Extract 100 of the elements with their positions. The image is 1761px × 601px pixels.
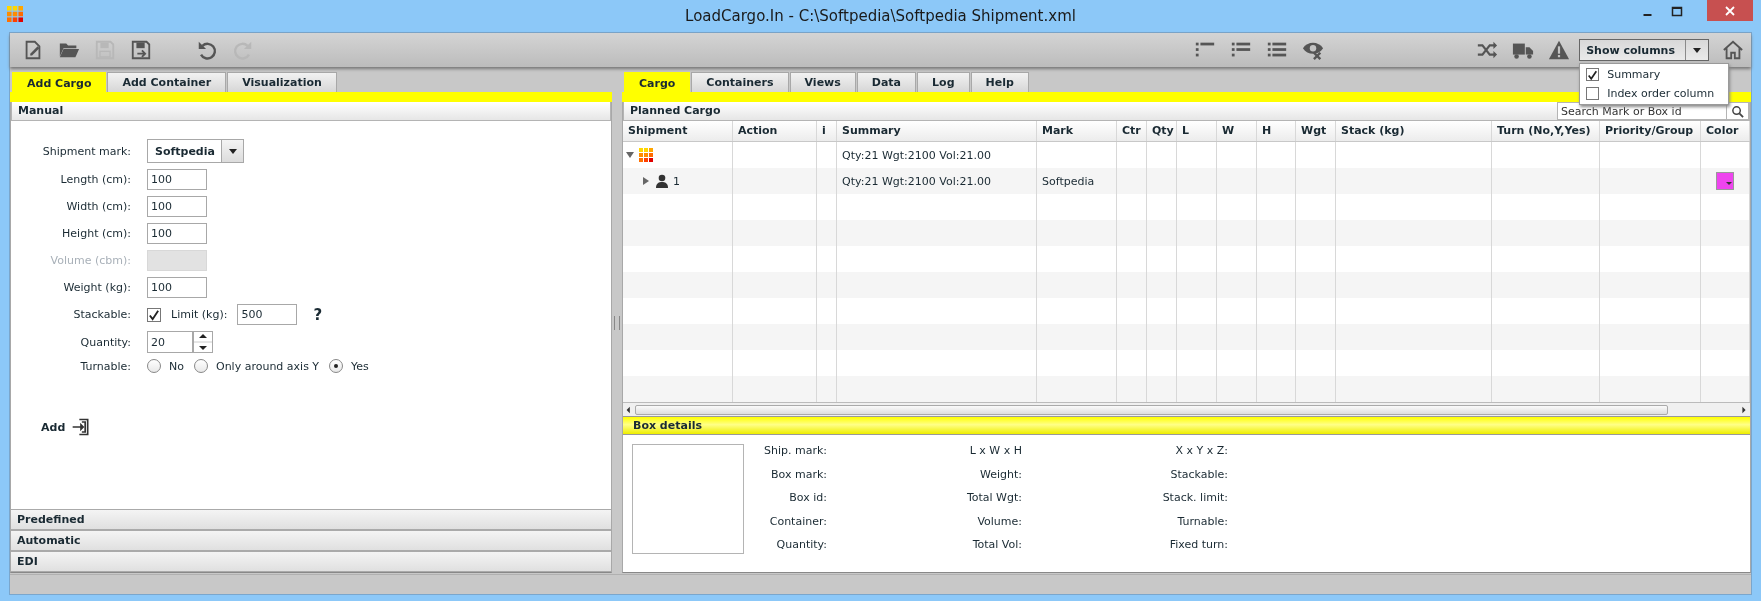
arrow-icon[interactable]	[625, 405, 633, 414]
field-label: Ship. mark:	[763, 444, 827, 457]
radio-button[interactable]	[329, 359, 344, 373]
window-title: LoadCargo.In - C:\Softpedia\Softpedia Shipment.xml	[684, 7, 1077, 25]
field-label: Box id:	[789, 491, 827, 504]
splitter-handle[interactable]	[614, 315, 620, 330]
caret-icon	[1726, 182, 1732, 188]
column-header[interactable]: Wgt	[1296, 121, 1336, 141]
input-field[interactable]: 500	[237, 304, 298, 325]
tab[interactable]: Cargo	[624, 72, 691, 93]
column-header[interactable]: Priority/Group	[1600, 121, 1701, 141]
column-header[interactable]: H	[1257, 121, 1296, 141]
home-button[interactable]	[1721, 38, 1745, 62]
column-header[interactable]: Mark	[1037, 121, 1117, 141]
tab[interactable]: Add Cargo	[12, 72, 107, 93]
enter-icon	[71, 417, 92, 437]
tab[interactable]: Visualization	[227, 72, 337, 92]
field-label: Shipment mark:	[41, 144, 131, 158]
panel-title: Planned Cargo	[630, 103, 722, 119]
checkbox[interactable]	[1586, 68, 1600, 81]
tree-toggle-icon[interactable]	[625, 150, 635, 160]
input-field[interactable]: 100	[147, 277, 207, 298]
option-label[interactable]: Yes	[351, 359, 369, 373]
input-field[interactable]: 100	[147, 196, 207, 217]
tab[interactable]: Containers	[691, 72, 789, 92]
quantity-field[interactable]: 20	[147, 331, 193, 353]
spin-arrows-icon[interactable]	[193, 331, 213, 353]
field-label: Width (cm):	[65, 200, 131, 213]
field-label: Total Wgt:	[966, 491, 1022, 504]
floppy-disk-arrow-button[interactable]	[129, 38, 153, 62]
option-label[interactable]: Only around axis Y	[215, 359, 320, 373]
tab[interactable]: Views	[789, 72, 856, 92]
field-label: Stackable:	[1170, 467, 1228, 481]
table-cell: Qty:21 Wgt:2100 Vol:21.00	[837, 168, 1037, 194]
input-field[interactable]: 100	[147, 169, 207, 190]
field-label: Volume:	[977, 514, 1022, 528]
field-label: Box mark:	[771, 467, 827, 481]
app-logo-icon	[7, 6, 23, 22]
tab[interactable]: Help	[970, 72, 1029, 92]
field-label: Total Vol:	[972, 538, 1022, 551]
add-button[interactable]: Add	[41, 417, 92, 437]
section-header[interactable]: Automatic	[11, 530, 611, 551]
field-label: Height (cm):	[61, 227, 131, 240]
column-header[interactable]: Action	[733, 121, 817, 141]
field-label: Container:	[769, 514, 827, 528]
checkbox[interactable]	[147, 307, 161, 322]
section-header[interactable]: Predefined	[11, 509, 611, 530]
minimize-icon	[1642, 13, 1652, 16]
caret-icon	[1692, 45, 1702, 55]
radio-button[interactable]	[193, 359, 208, 373]
field-label: Quantity:	[79, 335, 131, 349]
section-header[interactable]: EDI	[11, 551, 611, 572]
table-cell: Softpedia	[1037, 168, 1117, 194]
column-header[interactable]: Summary	[837, 121, 1037, 141]
tab[interactable]: Data	[856, 72, 917, 92]
section-header: Box details	[623, 416, 1750, 435]
search-button[interactable]	[1727, 102, 1749, 120]
column-header[interactable]: L	[1177, 121, 1217, 141]
column-header[interactable]: Shipment	[623, 121, 733, 141]
section-header[interactable]: Manual	[11, 102, 611, 121]
field-label: Quantity:	[776, 538, 827, 551]
field-label: Turnable:	[1177, 514, 1228, 528]
checkmark-icon	[148, 308, 160, 321]
column-header[interactable]: Qty	[1147, 121, 1177, 141]
caret-icon	[227, 146, 238, 156]
column-header[interactable]: i	[817, 121, 837, 141]
input-field[interactable]: 100	[147, 223, 207, 244]
field-label: Weight (kg):	[62, 281, 131, 294]
row-label: 1	[673, 174, 680, 188]
column-header[interactable]: Stack (kg)	[1336, 121, 1492, 141]
option-label[interactable]: No	[169, 359, 184, 373]
field-label: Turnable:	[79, 359, 131, 373]
color-swatch[interactable]	[1716, 172, 1734, 190]
checkbox[interactable]	[1586, 87, 1600, 100]
radio-button[interactable]	[147, 359, 161, 373]
column-header[interactable]: Turn (No,Y,Yes)	[1492, 121, 1600, 141]
arrow-icon[interactable]	[1740, 405, 1748, 414]
show-columns-dropdown[interactable]: Show columns	[1579, 39, 1709, 61]
column-header[interactable]: W	[1217, 121, 1257, 141]
maximize-icon	[1671, 4, 1683, 17]
tab[interactable]: Add Container	[107, 72, 227, 92]
field-label: Stack. limit:	[1162, 491, 1228, 504]
horizontal-scrollbar[interactable]	[623, 402, 1750, 416]
close-button[interactable]	[1707, 0, 1753, 21]
field-label: Length (cm):	[59, 173, 131, 186]
help-mark[interactable]: ?	[313, 305, 323, 324]
menu-item[interactable]: Summary	[1607, 68, 1661, 81]
tab[interactable]: Log	[917, 72, 970, 92]
field-label: Fixed turn:	[1169, 538, 1228, 551]
menu-item[interactable]: Index order column	[1607, 87, 1715, 100]
close-icon	[1724, 4, 1736, 17]
checkmark-icon	[1587, 68, 1599, 81]
field-label: Limit (kg):	[171, 308, 228, 321]
field-label: Weight:	[979, 467, 1022, 481]
column-header[interactable]: Color	[1701, 121, 1750, 141]
column-header[interactable]: Ctr	[1117, 121, 1147, 141]
shipment-mark-dropdown[interactable]: Softpedia	[147, 139, 244, 163]
app-logo-icon	[639, 148, 653, 162]
tree-toggle-icon[interactable]	[641, 176, 651, 186]
field-label: L x W x H	[969, 444, 1022, 457]
